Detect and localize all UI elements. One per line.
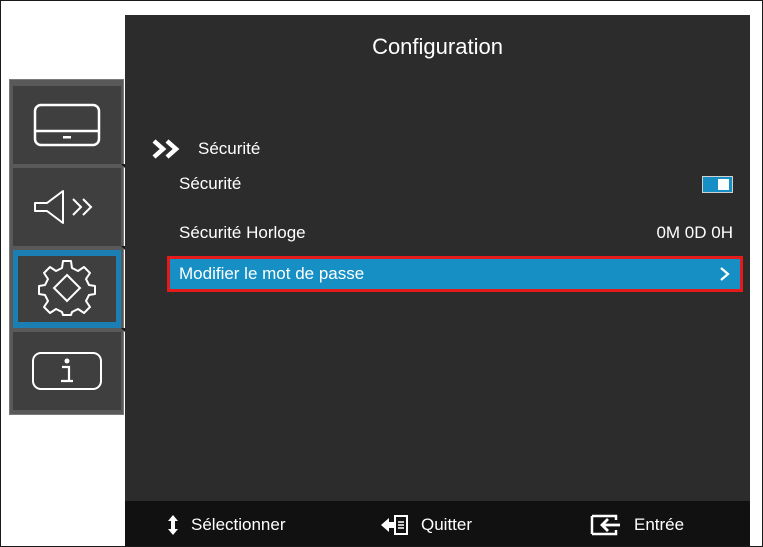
menu-item-security[interactable]: Sécurité	[167, 169, 743, 199]
up-down-arrow-icon	[168, 514, 178, 535]
page-title: Configuration	[372, 34, 503, 59]
info-icon	[32, 352, 102, 390]
hint-select-label: Sélectionner	[191, 514, 286, 534]
title-bar: Configuration	[125, 15, 750, 79]
chevron-right-icon	[720, 267, 730, 281]
sidebar	[9, 79, 125, 415]
hint-enter-label: Entrée	[634, 514, 685, 534]
audio-icon	[34, 190, 93, 224]
gear-icon	[38, 260, 96, 316]
section-title: Sécurité	[198, 139, 261, 158]
security-toggle[interactable]	[702, 175, 733, 193]
sidebar-tab-audio[interactable]	[13, 168, 125, 250]
enter-icon	[590, 514, 620, 535]
security-timer-value: 0M 0D 0H	[656, 223, 733, 242]
hint-enter: Entrée	[588, 501, 685, 546]
hint-exit-label: Quitter	[421, 514, 473, 534]
sidebar-tab-info[interactable]	[13, 332, 121, 410]
exit-icon	[381, 514, 408, 535]
menu-item-label: Sécurité Horloge	[179, 223, 306, 242]
menu-item-label: Sécurité	[179, 174, 242, 193]
display-icon	[33, 103, 101, 147]
hint-exit: Quitter	[379, 501, 473, 546]
footer-hints: Sélectionner Quitter Entrée	[125, 501, 750, 546]
sidebar-tab-setup[interactable]	[13, 250, 125, 332]
menu-item-change-password[interactable]: Modifier le mot de passe	[167, 256, 743, 292]
double-chevron-icon	[152, 139, 180, 159]
osd-window: Configuration Sécurité Sécurité Sécurité…	[0, 0, 763, 547]
menu-item-security-timer[interactable]: Sécurité Horloge 0M 0D 0H	[167, 218, 743, 248]
hint-select: Sélectionner	[167, 501, 286, 546]
sidebar-tab-display[interactable]	[13, 86, 125, 168]
section-header: Sécurité	[152, 135, 260, 163]
menu-item-label: Modifier le mot de passe	[179, 264, 365, 283]
